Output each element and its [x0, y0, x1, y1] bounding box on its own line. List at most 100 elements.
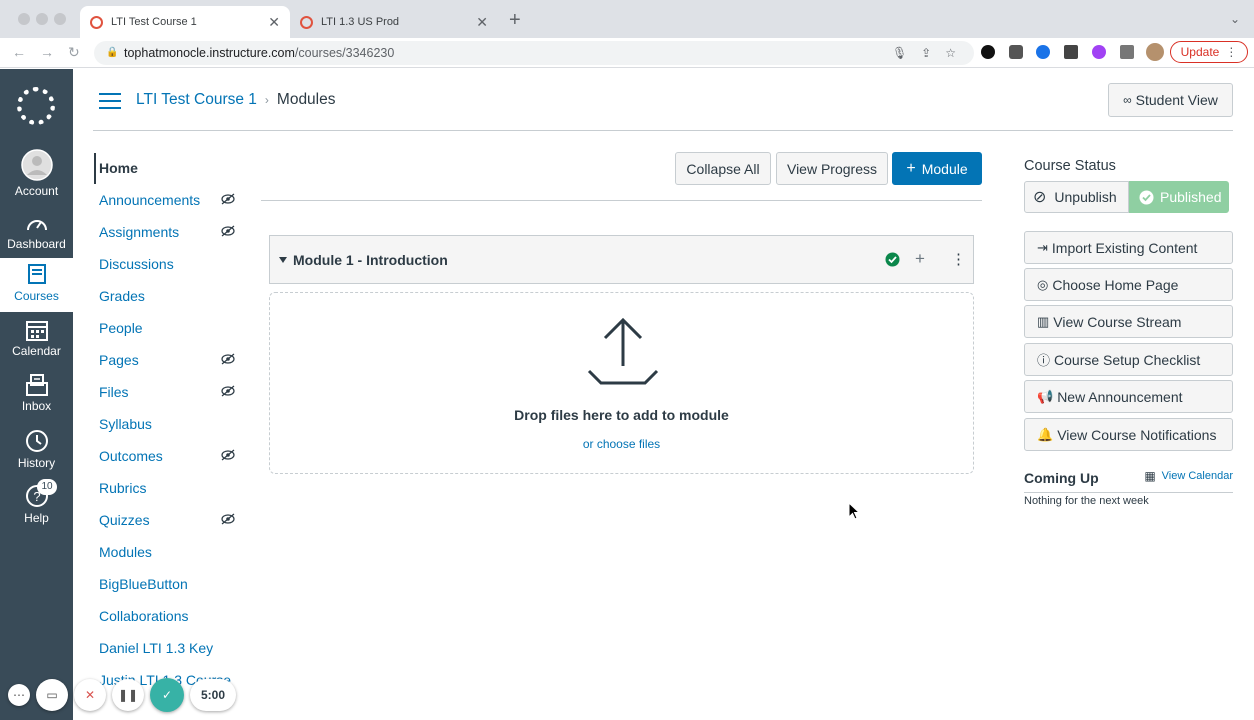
tab-search-chevron-icon[interactable]: ⌄ — [1230, 12, 1240, 26]
course-nav-bigbluebutton[interactable]: BigBlueButton — [99, 576, 188, 592]
global-nav-label: Calendar — [12, 344, 61, 358]
choose-home-page-button[interactable]: ◎ Choose Home Page — [1024, 268, 1233, 301]
new-announcement-button[interactable]: 📢 New Announcement — [1024, 380, 1233, 413]
module-header[interactable]: Module 1 - Introduction + ⋮ — [269, 235, 974, 284]
sidebar-action-label: New Announcement — [1057, 388, 1183, 405]
pause-recording-icon[interactable]: ❚❚ — [112, 679, 144, 711]
global-navigation: Account Dashboard Courses Calendar Inbox… — [0, 69, 73, 720]
dashboard-icon — [26, 220, 47, 231]
course-nav-assignments[interactable]: Assignments — [99, 224, 179, 240]
global-nav-dashboard[interactable]: Dashboard — [0, 214, 73, 256]
camera-toggle-icon[interactable]: ▭ — [36, 679, 68, 711]
sidebar-action-label: Course Setup Checklist — [1054, 351, 1201, 368]
course-setup-checklist-button[interactable]: ⓘ Course Setup Checklist — [1024, 343, 1233, 376]
recorder-more-icon[interactable]: ⋯ — [8, 684, 30, 706]
browser-tab[interactable]: LTI 1.3 US Prod ✕ — [290, 6, 498, 38]
microphone-icon[interactable]: 🎙 — [892, 41, 907, 65]
address-bar[interactable]: 🔒 tophatmonocle.instructure.com/courses/… — [94, 41, 974, 65]
course-nav-quizzes[interactable]: Quizzes — [99, 512, 150, 528]
course-status-heading: Course Status — [1024, 158, 1116, 174]
tab-close-icon[interactable]: ✕ — [268, 14, 280, 31]
global-nav-courses[interactable]: Courses — [0, 258, 73, 312]
canvas-favicon-icon — [90, 15, 103, 29]
question-icon: ⓘ — [1037, 353, 1051, 368]
finish-recording-icon[interactable]: ✓ — [150, 678, 184, 712]
more-menu-icon: ⋮ — [1225, 45, 1238, 59]
hamburger-menu-icon[interactable] — [99, 93, 121, 114]
window-zoom-dot[interactable] — [54, 13, 66, 25]
view-calendar-link[interactable]: ▦ View Calendar — [1144, 469, 1233, 483]
update-button[interactable]: Update ⋮ — [1170, 41, 1248, 63]
browser-toolbar: ← → ↻ 🔒 tophatmonocle.instructure.com/co… — [0, 38, 1254, 68]
import-existing-content-button[interactable]: ⇥ Import Existing Content — [1024, 231, 1233, 264]
toolbar-divider — [261, 200, 982, 201]
course-nav-collaborations[interactable]: Collaborations — [99, 608, 189, 624]
profile-avatar[interactable] — [1146, 43, 1164, 61]
course-nav-announcements[interactable]: Announcements — [99, 192, 200, 208]
active-indicator — [94, 153, 96, 184]
extension-5-icon[interactable] — [1092, 45, 1106, 59]
published-check-icon[interactable] — [885, 252, 900, 267]
add-item-plus-icon[interactable]: + — [915, 249, 925, 269]
extension-2-icon[interactable] — [1009, 45, 1023, 59]
bell-icon: 🔔 — [1037, 426, 1054, 442]
extensions-puzzle-icon[interactable] — [1120, 45, 1134, 59]
unpublish-button[interactable]: ⊘ Unpublish — [1024, 181, 1129, 213]
course-nav-pages[interactable]: Pages — [99, 352, 139, 368]
plus-icon: + — [906, 159, 916, 177]
global-nav-inbox[interactable]: Inbox — [0, 374, 73, 420]
module-kebab-menu-icon[interactable]: ⋮ — [951, 250, 966, 268]
lock-icon: 🔒 — [106, 47, 119, 58]
window-close-dot[interactable] — [18, 13, 30, 25]
breadcrumb-course-link[interactable]: LTI Test Course 1 — [136, 91, 257, 108]
collapse-all-button[interactable]: Collapse All — [675, 152, 771, 185]
import-icon: ⇥ — [1037, 239, 1048, 255]
sidebar-action-label: Import Existing Content — [1051, 239, 1198, 256]
tab-title: LTI Test Course 1 — [111, 16, 197, 28]
discard-recording-icon[interactable]: ✕ — [74, 679, 106, 711]
course-nav-outcomes[interactable]: Outcomes — [99, 448, 163, 464]
course-nav-home[interactable]: Home — [99, 160, 138, 176]
course-nav-syllabus[interactable]: Syllabus — [99, 416, 152, 432]
tab-close-icon[interactable]: ✕ — [476, 14, 488, 31]
drop-files-text: Drop files here to add to module — [514, 407, 729, 423]
collapse-triangle-icon[interactable] — [279, 257, 287, 263]
published-button[interactable]: Published — [1129, 181, 1229, 213]
choose-files-link[interactable]: or choose files — [270, 437, 973, 451]
new-tab-icon[interactable]: + — [509, 10, 521, 30]
global-nav-help[interactable]: ? Help — [0, 484, 73, 530]
view-course-stream-button[interactable]: ▥ View Course Stream — [1024, 305, 1233, 338]
global-nav-calendar[interactable]: Calendar — [0, 319, 73, 365]
course-nav-discussions[interactable]: Discussions — [99, 256, 174, 272]
bookmark-star-icon[interactable]: ☆ — [945, 41, 956, 65]
mouse-cursor-icon — [848, 502, 860, 520]
unpublish-icon: ⊘ — [1033, 189, 1047, 206]
view-progress-button[interactable]: View Progress — [776, 152, 888, 185]
course-nav-people[interactable]: People — [99, 320, 143, 336]
course-nav-rubrics[interactable]: Rubrics — [99, 480, 146, 496]
reload-icon[interactable]: ↻ — [68, 44, 80, 61]
target-icon: ◎ — [1037, 276, 1049, 292]
extension-3-icon[interactable] — [1036, 45, 1050, 59]
canvas-logo-icon[interactable] — [17, 87, 55, 125]
course-nav-grades[interactable]: Grades — [99, 288, 145, 304]
global-nav-history[interactable]: History — [0, 429, 73, 475]
forward-icon[interactable]: → — [40, 44, 54, 60]
account-icon — [20, 149, 53, 181]
global-nav-account[interactable]: Account — [0, 149, 73, 201]
browser-tab-active[interactable]: LTI Test Course 1 ✕ — [80, 6, 290, 38]
coming-up-empty-text: Nothing for the next week — [1024, 495, 1149, 507]
tab-title: LTI 1.3 US Prod — [321, 16, 400, 28]
share-icon[interactable]: ⇪ — [921, 41, 931, 65]
module-file-dropzone[interactable]: Drop files here to add to module or choo… — [269, 292, 974, 474]
course-nav-files[interactable]: Files — [99, 384, 129, 400]
window-minimize-dot[interactable] — [36, 13, 48, 25]
back-icon[interactable]: ← — [12, 44, 26, 60]
add-module-button[interactable]: + Module — [892, 152, 982, 185]
student-view-button[interactable]: ∞ Student View — [1108, 83, 1233, 117]
view-course-notifications-button[interactable]: 🔔 View Course Notifications — [1024, 418, 1233, 451]
extension-4-icon[interactable] — [1064, 45, 1078, 59]
extension-1-icon[interactable] — [981, 45, 995, 59]
course-nav-daniel-lti[interactable]: Daniel LTI 1.3 Key — [99, 640, 213, 656]
course-nav-modules[interactable]: Modules — [99, 544, 152, 560]
